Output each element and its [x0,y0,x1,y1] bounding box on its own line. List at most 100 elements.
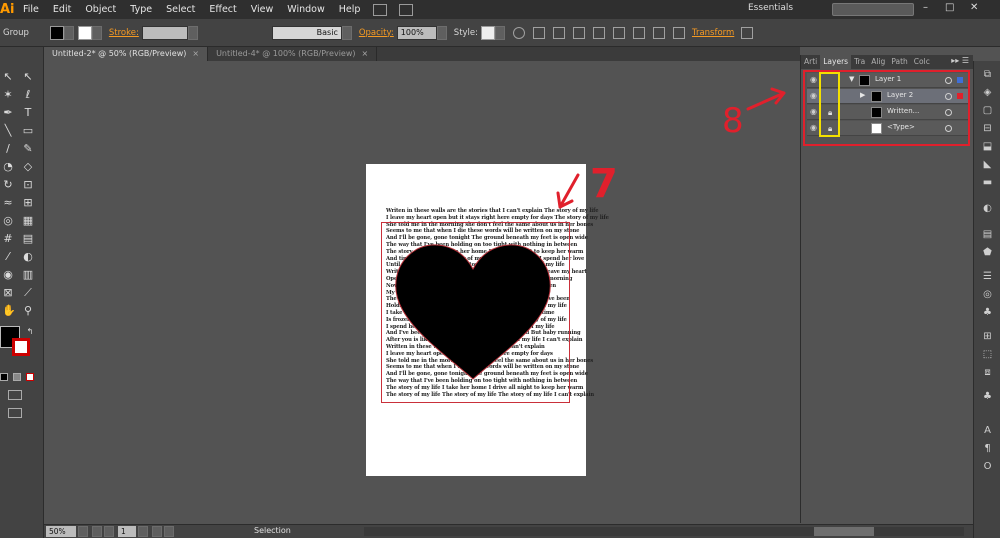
align-top-icon[interactable] [613,26,626,39]
tab-pathfinder[interactable]: Path [888,55,910,69]
close-icon[interactable]: ✕ [970,2,978,13]
scrollbar-thumb[interactable] [814,527,874,536]
character-panel-icon[interactable]: A [981,425,994,437]
pen-tool-icon[interactable]: ✒ [2,107,14,119]
gradient-tool-icon[interactable]: ▤ [22,233,34,245]
brush-dropdown[interactable] [341,25,352,40]
heart-shape[interactable] [388,239,558,381]
paragraph-panel-icon[interactable]: ¶ [981,443,994,455]
opacity-field[interactable]: 100% [396,25,437,40]
transform-link[interactable]: Transform [692,28,734,38]
stroke-color-swatch[interactable] [77,25,92,40]
stroke-color-box[interactable] [12,338,30,356]
zoom-tool-icon[interactable]: ⚲ [22,305,34,317]
graphic-style-swatch[interactable] [481,25,496,40]
mesh-tool-icon[interactable]: # [2,233,14,245]
color-mode-icon[interactable] [0,373,8,381]
close-tab-icon[interactable]: × [192,49,199,58]
style-dropdown[interactable] [495,25,506,40]
selection-tool-icon[interactable]: ↖ [2,71,14,83]
none-mode-icon[interactable] [26,373,34,381]
gradient-mode-icon[interactable] [13,373,21,381]
rectangle-tool-icon[interactable]: ▭ [22,125,34,137]
brushes-panel-icon[interactable]: ◎ [981,289,994,301]
paintbrush-tool-icon[interactable]: / [2,143,14,155]
direct-selection-tool-icon[interactable]: ↖ [22,71,34,83]
align-panel-icon[interactable]: ⊟ [981,123,994,135]
transform-panel-icon[interactable]: ⊞ [981,331,994,343]
shape-builder-tool-icon[interactable]: ◎ [2,215,14,227]
blob-brush-tool-icon[interactable]: ◔ [2,161,14,173]
menu-effect[interactable]: Effect [202,0,243,19]
stroke-panel-icon[interactable]: ☰ [981,271,994,283]
tab-untitled-4[interactable]: Untitled-4* @ 100% (RGB/Preview) × [208,47,378,61]
pathfinder-panel-icon[interactable]: ⬓ [981,141,994,153]
fill-color-swatch[interactable] [49,25,64,40]
arrange-documents-icon[interactable] [399,3,414,16]
align-bottom-icon[interactable] [653,26,666,39]
swap-colors-icon[interactable]: ↰ [24,326,36,338]
menu-window[interactable]: Window [280,0,331,19]
graphic-styles-icon[interactable]: ⬚ [981,349,994,361]
align-to-icon[interactable] [533,26,546,39]
prev-artboard-icon[interactable] [104,526,114,537]
type-tool-icon[interactable]: T [22,107,34,119]
tab-layers[interactable]: Layers [820,55,852,69]
lasso-tool-icon[interactable]: ℓ [22,89,34,101]
eyedropper-tool-icon[interactable]: ⁄ [2,251,14,263]
align-right-icon[interactable] [593,26,606,39]
menu-select[interactable]: Select [159,0,202,19]
stroke-color-dropdown[interactable] [91,25,102,40]
zoom-dropdown-icon[interactable] [78,526,88,537]
tab-untitled-2[interactable]: Untitled-2* @ 50% (RGB/Preview) × [44,47,209,61]
artboard-dropdown-icon[interactable] [138,526,148,537]
minimize-icon[interactable]: – [923,2,928,13]
symbols-panel-icon[interactable]: ♣ [981,307,994,319]
gradient-panel-icon[interactable]: ▤ [981,229,994,241]
brush-definition[interactable]: Basic [271,25,342,40]
menu-file[interactable]: File [16,0,46,19]
artboard-tool-icon[interactable]: ⊠ [2,287,14,299]
pencil-tool-icon[interactable]: ✎ [22,143,34,155]
color-guide-icon[interactable]: ▬ [981,177,994,189]
artboards-panel-icon[interactable]: ⧉ [981,69,994,81]
perspective-grid-tool-icon[interactable]: ▦ [22,215,34,227]
first-artboard-icon[interactable] [92,526,102,537]
horizontal-scrollbar[interactable] [364,527,964,536]
appearance-panel-icon[interactable]: ◐ [981,203,994,215]
stroke-weight-dropdown[interactable] [187,25,198,40]
canvas[interactable]: Writen in these walls are the stories th… [44,61,800,524]
align-left-icon[interactable] [553,26,566,39]
menu-edit[interactable]: Edit [46,0,78,19]
next-artboard-icon[interactable] [152,526,162,537]
drawing-mode-icon[interactable] [8,390,22,400]
align-center-icon[interactable] [573,26,586,39]
swatches-panel-icon[interactable]: ⬟ [981,247,994,259]
maximize-icon[interactable]: □ [945,2,954,13]
opentype-panel-icon[interactable]: O [981,461,994,473]
zoom-field[interactable]: 50% [46,526,76,537]
fill-dropdown[interactable] [63,25,74,40]
tab-align[interactable]: Alig [868,55,888,69]
bridge-icon[interactable] [373,3,388,16]
column-graph-tool-icon[interactable]: ▥ [22,269,34,281]
opacity-label[interactable]: Opacity: [359,28,394,38]
color-panel-icon[interactable]: ◣ [981,159,994,171]
stroke-label[interactable]: Stroke: [109,28,139,38]
distribute-icon[interactable] [673,26,686,39]
rotate-tool-icon[interactable]: ↻ [2,179,14,191]
free-transform-tool-icon[interactable]: ⊞ [22,197,34,209]
navigator-panel-icon[interactable]: ♣ [981,391,994,403]
recolor-icon[interactable] [513,26,526,39]
width-tool-icon[interactable]: ≈ [2,197,14,209]
last-artboard-icon[interactable] [164,526,174,537]
menu-object[interactable]: Object [78,0,123,19]
artboard-number-field[interactable]: 1 [118,526,136,537]
heart-path[interactable] [395,244,551,380]
menu-help[interactable]: Help [332,0,368,19]
layers-panel-icon[interactable]: ◈ [981,87,994,99]
panel-menu-icon[interactable]: ▸▸ ☰ [951,56,969,65]
slice-tool-icon[interactable]: ⟋ [22,287,34,299]
isolate-icon[interactable] [741,26,754,39]
magic-wand-tool-icon[interactable]: ✶ [2,89,14,101]
